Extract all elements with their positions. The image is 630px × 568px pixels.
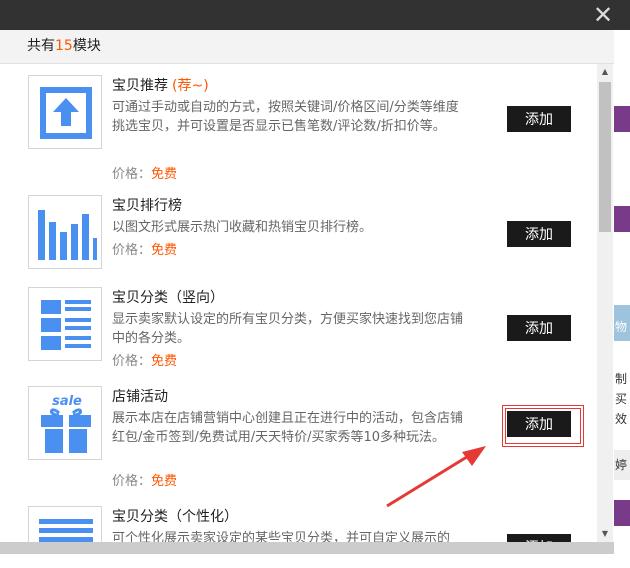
module-count: 15: [55, 38, 73, 54]
close-icon[interactable]: ✕: [590, 2, 616, 28]
module-price: 价格：免费: [112, 470, 177, 489]
background-purple-block: [614, 106, 630, 132]
module-item: 宝贝分类（个性化） 可个性化展示卖家设定的某些宝贝分类，并可自定义展示的 添加: [28, 506, 588, 542]
module-price: 价格：免费: [112, 163, 177, 182]
price-value: 免费: [151, 474, 178, 489]
price-label: 价格：: [112, 167, 152, 182]
module-title: 宝贝分类（竖向）: [112, 290, 224, 306]
add-button[interactable]: 添加: [507, 411, 571, 437]
bar-chart-icon: [28, 195, 102, 269]
module-dialog: 共有15模块 宝贝推荐 (荐~) 可通过手动或自动的方式，按照关键词/价格区间/分…: [0, 30, 614, 542]
price-value: 免费: [151, 243, 178, 258]
price-value: 免费: [151, 354, 178, 369]
horizontal-list-icon: [28, 506, 102, 542]
module-item: 宝贝分类（竖向） 显示卖家默认设定的所有宝贝分类，方便买家快速找到您店铺中的各分…: [28, 287, 588, 373]
module-list[interactable]: 宝贝推荐 (荐~) 可通过手动或自动的方式，按照关键词/价格区间/分类等维度挑选宝…: [0, 64, 614, 542]
price-label: 价格：: [112, 474, 152, 489]
background-purple-block: [614, 206, 630, 232]
header-prefix: 共有: [27, 38, 55, 54]
add-button[interactable]: 添加: [507, 534, 571, 542]
scroll-up-icon[interactable]: ▲: [597, 64, 613, 80]
background-text: 效: [615, 412, 628, 426]
sale-text: sale: [52, 394, 82, 409]
module-title: 宝贝排行榜: [112, 198, 182, 214]
sale-gift-icon: sale: [28, 386, 102, 460]
background-purple-block: [614, 500, 630, 526]
price-label: 价格：: [112, 243, 152, 258]
module-description: 可通过手动或自动的方式，按照关键词/价格区间/分类等维度挑选宝贝，并可设置是否显…: [112, 100, 459, 134]
module-description: 显示卖家默认设定的所有宝贝分类，方便买家快速找到您店铺中的各分类。: [112, 312, 464, 346]
module-description: 展示本店在店铺营销中心创建且正在进行中的活动，包含店铺红包/金币签到/免费试用/…: [112, 411, 464, 445]
add-button[interactable]: 添加: [507, 106, 571, 132]
background-page-strip: 物 制 买 效 婷: [614, 30, 630, 540]
dialog-header: 共有15模块: [0, 30, 614, 64]
background-text: 买: [615, 392, 628, 406]
add-button[interactable]: 添加: [507, 315, 571, 341]
module-price: 价格：免费: [112, 239, 177, 258]
price-label: 价格：: [112, 354, 152, 369]
bottom-divider: [0, 542, 614, 554]
module-description: 可个性化展示卖家设定的某些宝贝分类，并可自定义展示的: [112, 531, 451, 542]
module-title: 宝贝推荐 (荐~): [112, 75, 209, 95]
module-description: 以图文形式展示热门收藏和热销宝贝排行榜。: [112, 220, 373, 235]
header-suffix: 模块: [72, 38, 101, 54]
top-bar: ✕: [0, 0, 630, 30]
upload-arrow-icon: [28, 75, 102, 149]
scrollbar-thumb[interactable]: [599, 82, 611, 232]
module-item: sale 店铺活动 展示本店在店铺营销中心创建且正在进行中的活动，包含店铺红包/…: [28, 386, 588, 496]
background-text: 物: [615, 320, 628, 334]
module-title: 店铺活动: [112, 389, 168, 405]
category-list-icon: [28, 287, 102, 361]
recommend-badge: (荐~): [172, 78, 209, 94]
scrollbar[interactable]: ▲ ▼: [597, 64, 613, 542]
price-value: 免费: [151, 167, 178, 182]
module-title-text: 宝贝推荐: [112, 78, 168, 94]
module-item: 宝贝推荐 (荐~) 可通过手动或自动的方式，按照关键词/价格区间/分类等维度挑选宝…: [28, 75, 588, 182]
add-button[interactable]: 添加: [507, 221, 571, 247]
background-text: 制: [615, 372, 628, 386]
background-text: 婷: [615, 458, 628, 472]
module-price: 价格：免费: [112, 350, 177, 369]
module-title: 宝贝分类（个性化）: [112, 509, 238, 525]
module-item: 宝贝排行榜 以图文形式展示热门收藏和热销宝贝排行榜。 价格：免费 添加: [28, 195, 588, 271]
scroll-down-icon[interactable]: ▼: [597, 526, 613, 542]
